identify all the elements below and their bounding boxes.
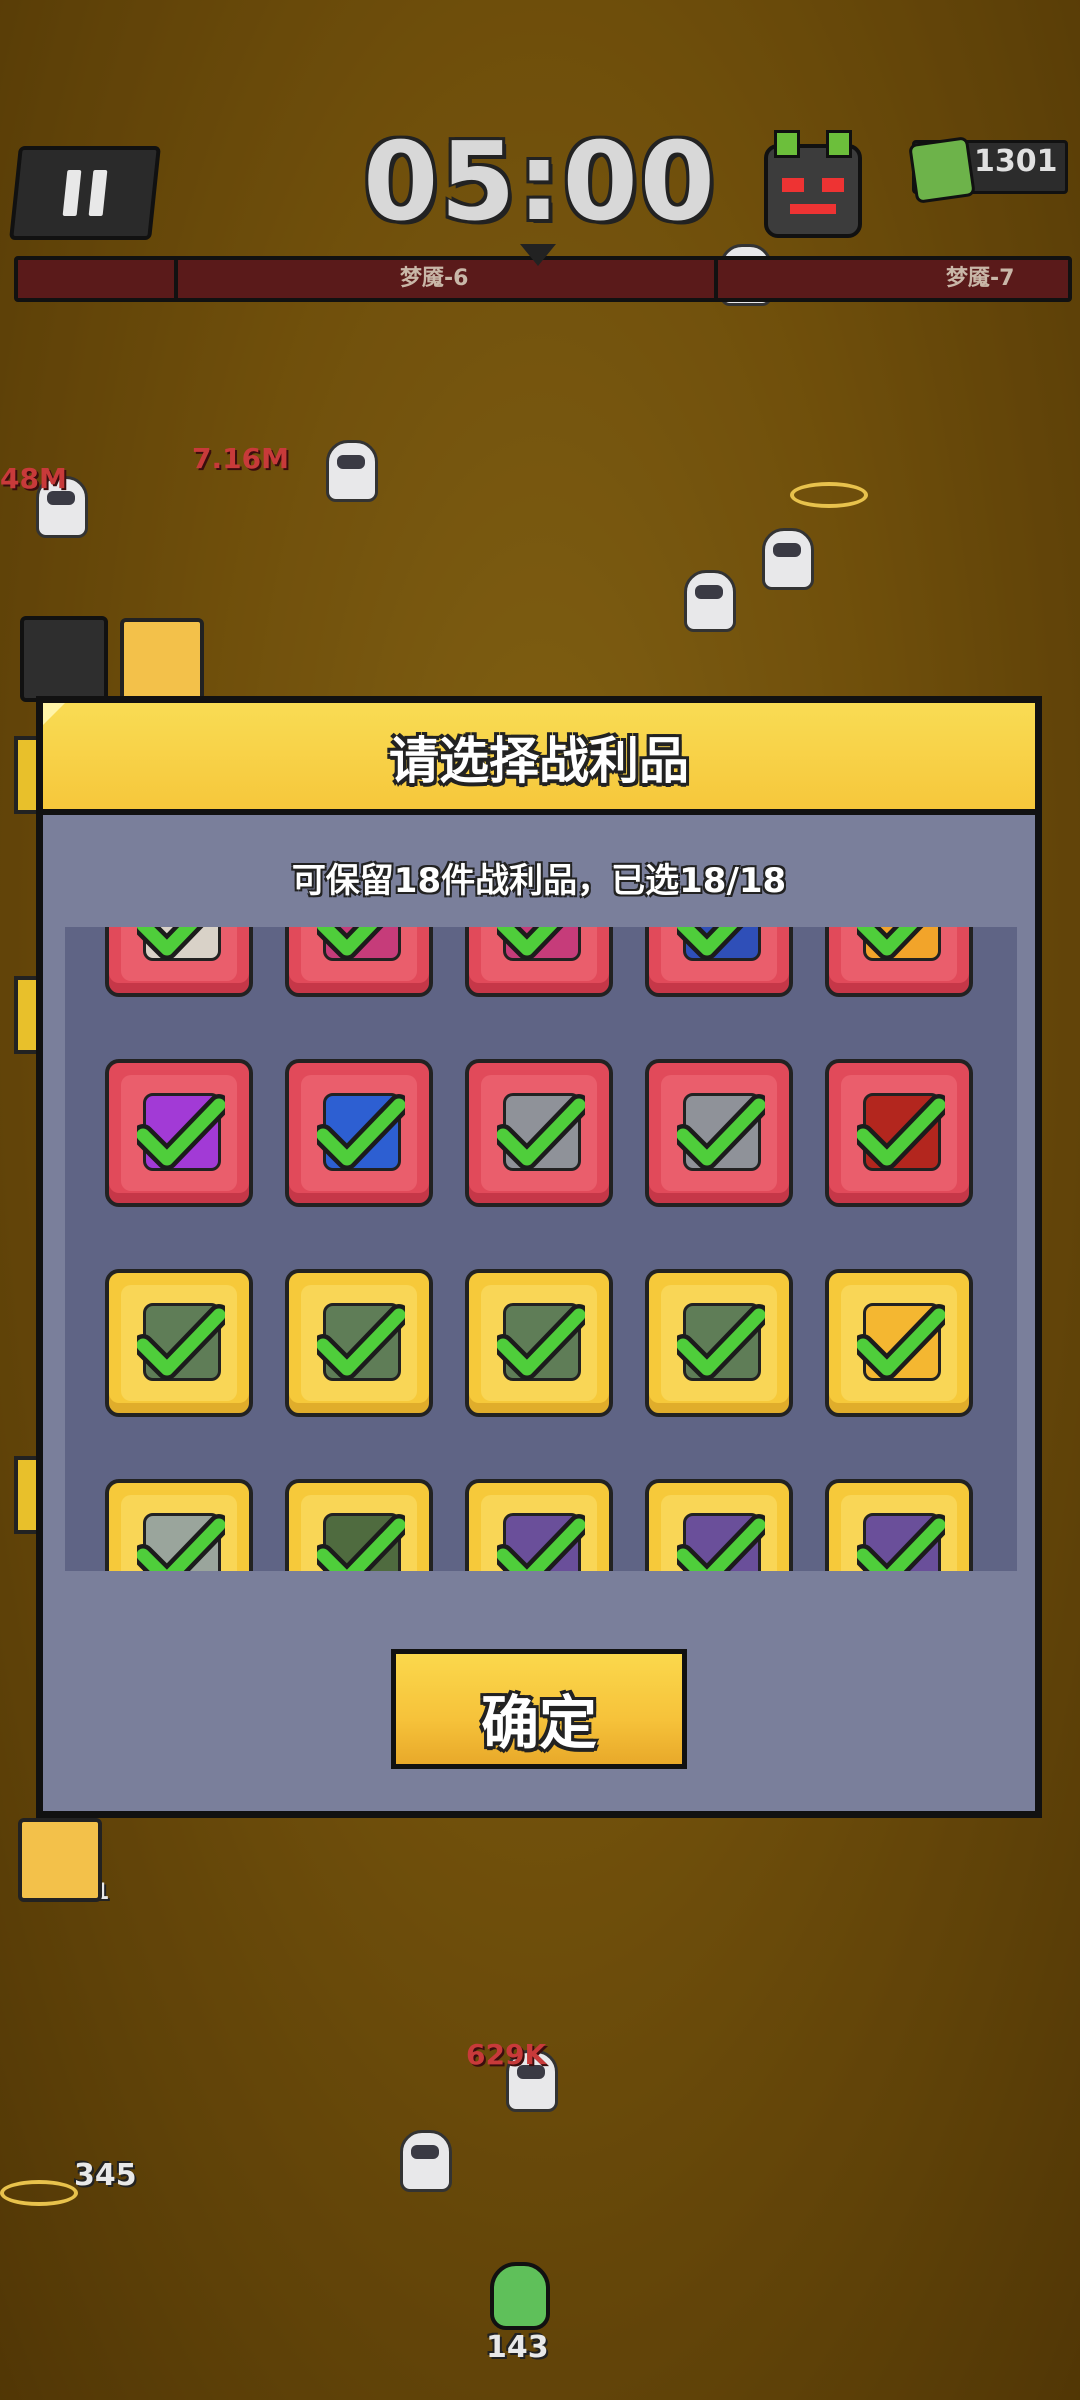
coin-count: 1301 [974,144,1058,179]
skull-icon [490,2262,550,2330]
checkmark-icon [497,1304,585,1380]
loot-item[interactable] [105,1269,253,1417]
checkmark-icon [317,1304,405,1380]
checkmark-icon [857,927,924,960]
boss-eye [782,178,804,192]
checkmark-icon [317,1514,405,1571]
loot-item[interactable] [105,1479,253,1571]
confirm-button[interactable]: 确定 [391,1649,687,1769]
loot-item[interactable] [465,1479,613,1571]
boss-eye [822,178,844,192]
enemy-sprite [400,2130,452,2192]
checkmark-icon [137,1304,225,1380]
halo-ring [790,482,868,508]
progress-marker-icon [520,244,556,266]
boss-mouth [790,204,836,214]
damage-number: 7.16M [192,442,289,475]
dialog-header: 请选择战利品 [43,703,1035,815]
loot-item[interactable] [285,1479,433,1571]
stage-label-next: 梦魇-7 [946,266,1015,291]
enemy-sprite [326,440,378,502]
checkmark-icon [857,1304,945,1380]
loot-item[interactable] [825,1059,973,1207]
pause-icon-bar [88,170,108,216]
halo-ring [0,2180,78,2206]
checkmark-icon [497,927,564,960]
loot-item[interactable] [645,1269,793,1417]
checkmark-icon [137,927,204,960]
unit-count: 345 [74,2158,137,2193]
dialog-title: 请选择战利品 [389,732,689,790]
checkmark-icon [497,1094,585,1170]
loot-item[interactable] [825,1269,973,1417]
checkmark-icon [677,1094,765,1170]
loot-item[interactable] [285,1059,433,1207]
loot-item[interactable] [285,927,433,997]
damage-number: 629K [466,2038,547,2071]
loot-item[interactable] [825,927,973,997]
shield-down-icon[interactable] [120,618,204,702]
loot-grid-scroll[interactable] [65,927,1017,1571]
loot-item[interactable] [645,1479,793,1571]
gauge-icon [20,616,108,702]
upgrade-arrow-icon[interactable] [18,1818,102,1902]
checkmark-icon [677,1304,765,1380]
progress-segment [18,260,178,298]
checkmark-icon [137,1514,225,1571]
damage-number: 48M [0,462,67,495]
checkmark-icon [677,1514,765,1571]
boss-icon[interactable] [764,130,862,238]
checkmark-icon [497,1514,585,1571]
selection-count-text: 可保留18件战利品，已选18/18 [291,861,787,901]
loot-item[interactable] [645,1059,793,1207]
checkmark-icon [857,1514,945,1571]
loot-grid [105,927,973,1571]
checkmark-icon [137,1094,225,1170]
boss-ear [774,130,800,158]
loot-item[interactable] [285,1269,433,1417]
loot-item[interactable] [465,927,613,997]
confirm-button-label: 确定 [480,1689,597,1757]
checkmark-icon [317,927,384,960]
pause-icon [62,170,82,216]
enemy-sprite [684,570,736,632]
timer: 05:00 [363,120,717,245]
loot-item[interactable] [465,1269,613,1417]
unit-count: 143 [486,2330,549,2365]
checkmark-icon [857,1094,945,1170]
loot-select-dialog: 请选择战利品 可保留18件战利品，已选18/18 确定 [36,696,1042,1818]
progress-divider [714,260,718,298]
loot-item[interactable] [825,1479,973,1571]
green-coin-icon [908,136,976,204]
loot-item[interactable] [465,1059,613,1207]
pause-button[interactable] [9,146,161,240]
stage-label-current: 梦魇-6 [400,266,469,291]
checkmark-icon [317,1094,405,1170]
loot-item[interactable] [105,1059,253,1207]
loot-item[interactable] [645,927,793,997]
enemy-sprite [762,528,814,590]
checkmark-icon [677,927,744,960]
boss-ear [826,130,852,158]
loot-item[interactable] [105,927,253,997]
